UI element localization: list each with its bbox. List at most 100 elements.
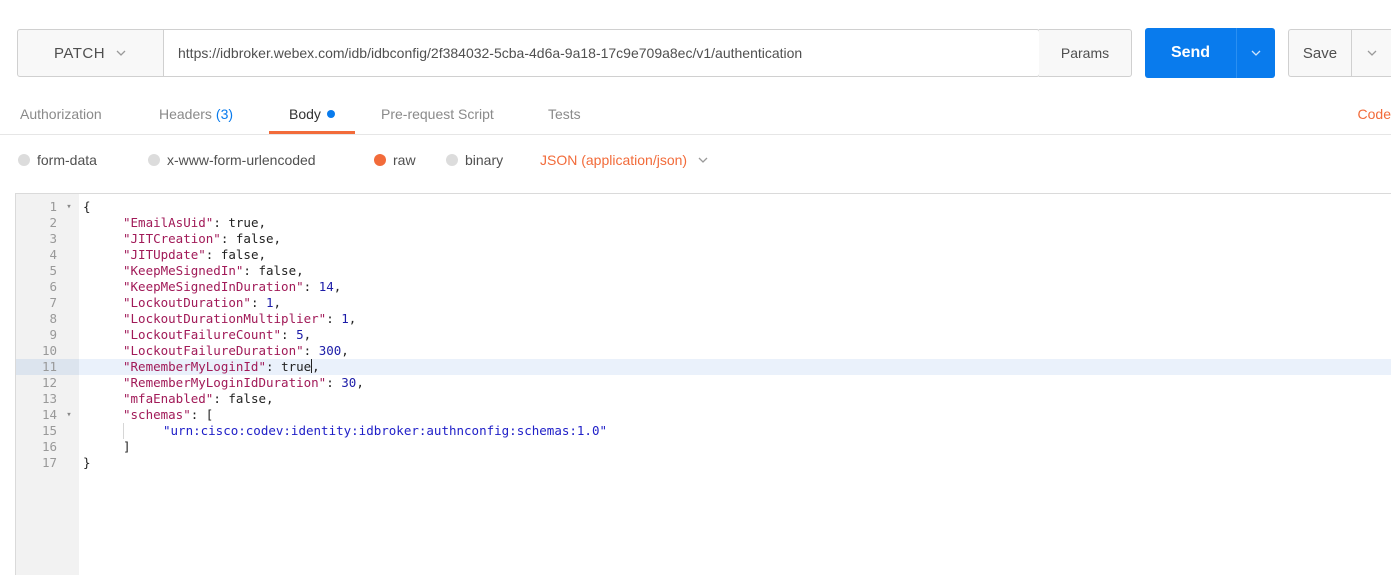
option-label: binary: [465, 152, 504, 168]
line-number: 15: [41, 423, 57, 438]
line-number: 7: [49, 295, 57, 310]
code-token: "RememberMyLoginId": [123, 359, 266, 374]
code-line: 14 ▾ "schemas": [: [16, 407, 1391, 423]
code-text: "LockoutFailureCount": 5,: [123, 327, 311, 343]
line-number: 13: [41, 391, 57, 406]
save-button[interactable]: Save: [1289, 30, 1352, 76]
line-number: 16: [41, 439, 57, 454]
body-modified-dot-icon: [326, 110, 335, 118]
code-line: 10 "LockoutFailureDuration": 300,: [16, 343, 1391, 359]
line-number: 4: [49, 247, 57, 262]
code-line: 9 "LockoutFailureCount": 5,: [16, 327, 1391, 343]
tab-body[interactable]: Body: [269, 95, 355, 134]
line-number: 3: [49, 231, 57, 246]
code-text: "urn:cisco:codev:identity:idbroker:authn…: [163, 423, 607, 439]
params-button[interactable]: Params: [1039, 29, 1132, 77]
tab-label: Headers: [159, 106, 212, 122]
code-token: : [: [190, 407, 214, 422]
code-token: 14: [318, 279, 334, 294]
save-dropdown-button[interactable]: [1352, 30, 1391, 76]
code-token: ,: [273, 295, 282, 310]
code-token: false: [235, 231, 274, 246]
tab-headers[interactable]: Headers (3): [159, 95, 233, 133]
code-text: }: [83, 455, 91, 471]
line-number: 5: [49, 263, 57, 278]
url-input[interactable]: https://idbroker.webex.com/idb/idbconfig…: [164, 30, 1039, 76]
code-text: "EmailAsUid": true,: [123, 215, 266, 231]
code-token: ,: [348, 311, 357, 326]
code-token: ,: [266, 391, 274, 406]
line-number: 6: [49, 279, 57, 294]
radio-icon: [446, 154, 458, 166]
code-token: ,: [341, 343, 349, 358]
content-type-select[interactable]: JSON (application/json): [540, 140, 709, 180]
code-line: 6 "KeepMeSignedInDuration": 14,: [16, 279, 1391, 295]
raw-option[interactable]: raw: [374, 140, 416, 180]
code-line: 16]: [16, 439, 1391, 455]
code-token: false: [228, 391, 267, 406]
code-token: false: [258, 263, 297, 278]
save-button-group: Save: [1288, 29, 1391, 77]
code-line: 3 "JITCreation": false,: [16, 231, 1391, 247]
code-token: "RememberMyLoginIdDuration": [123, 375, 327, 390]
code-token: :: [326, 311, 342, 326]
code-line: 2 "EmailAsUid": true,: [16, 215, 1391, 231]
code-token: "LockoutFailureDuration": [123, 343, 304, 358]
method-label: PATCH: [53, 44, 106, 62]
line-number: 8: [49, 311, 57, 326]
form-data-option[interactable]: form-data: [18, 140, 97, 180]
code-token: :: [266, 359, 282, 374]
tab-pre-request-script[interactable]: Pre-request Script: [381, 95, 494, 133]
code-text: "schemas": [: [123, 407, 213, 423]
option-label: form-data: [37, 152, 97, 168]
tab-label: Pre-request Script: [381, 106, 494, 122]
send-button[interactable]: Send: [1145, 28, 1237, 78]
option-label: x-www-form-urlencoded: [167, 152, 316, 168]
code-token: :: [281, 327, 297, 342]
code-text: "JITUpdate": false,: [123, 247, 266, 263]
chevron-down-icon: [698, 157, 708, 163]
radio-selected-icon: [374, 154, 386, 166]
urlencoded-option[interactable]: x-www-form-urlencoded: [148, 140, 316, 180]
radio-icon: [148, 154, 160, 166]
tab-tests[interactable]: Tests: [548, 95, 581, 133]
request-bar: PATCH https://idbroker.webex.com/idb/idb…: [0, 0, 1391, 100]
body-type-options: form-data x-www-form-urlencoded raw bina…: [0, 140, 1391, 180]
code-text: "LockoutDurationMultiplier": 1,: [123, 311, 356, 327]
method-select[interactable]: PATCH: [18, 30, 164, 76]
code-editor[interactable]: 1 ▾ {2 "EmailAsUid": true, 3 "JITCreation": f…: [15, 193, 1391, 575]
code-token: :: [303, 279, 319, 294]
code-line: 11 "RememberMyLoginId": true,: [16, 359, 1391, 375]
code-token: :: [213, 215, 229, 230]
fold-toggle-icon[interactable]: ▾: [64, 199, 74, 215]
code-text: "RememberMyLoginIdDuration": 30,: [123, 375, 364, 391]
binary-option[interactable]: binary: [446, 140, 503, 180]
code-token: "JITUpdate": [123, 247, 206, 262]
code-token: :: [303, 343, 319, 358]
code-token: :: [220, 231, 236, 246]
code-token: ,: [303, 327, 312, 342]
code-line: 5 "KeepMeSignedIn": false,: [16, 263, 1391, 279]
code-token: "EmailAsUid": [123, 215, 214, 230]
code-text: "RememberMyLoginId": true,: [123, 359, 320, 375]
option-label: raw: [393, 152, 416, 168]
content-type-label: JSON (application/json): [540, 152, 688, 168]
code-text: "LockoutFailureDuration": 300,: [123, 343, 349, 359]
tab-authorization[interactable]: Authorization: [20, 95, 102, 133]
code-token: ,: [258, 247, 267, 262]
code-token: "schemas": [123, 407, 191, 422]
method-url-group: PATCH https://idbroker.webex.com/idb/idb…: [17, 29, 1040, 77]
code-line: 4 "JITUpdate": false,: [16, 247, 1391, 263]
chevron-down-icon: [1251, 50, 1261, 56]
code-token: ,: [312, 359, 320, 374]
code-token: 1: [266, 295, 274, 310]
send-button-group: Send: [1145, 28, 1275, 78]
code-token: ,: [356, 375, 364, 390]
send-dropdown-button[interactable]: [1237, 28, 1275, 78]
code-link[interactable]: Code: [1358, 95, 1391, 133]
line-number: 17: [41, 455, 57, 470]
code-token: :: [326, 375, 342, 390]
fold-toggle-icon[interactable]: ▾: [64, 407, 74, 423]
code-token: ,: [333, 279, 342, 294]
request-tabs: Authorization Headers (3) Body Pre-reque…: [0, 95, 1391, 135]
